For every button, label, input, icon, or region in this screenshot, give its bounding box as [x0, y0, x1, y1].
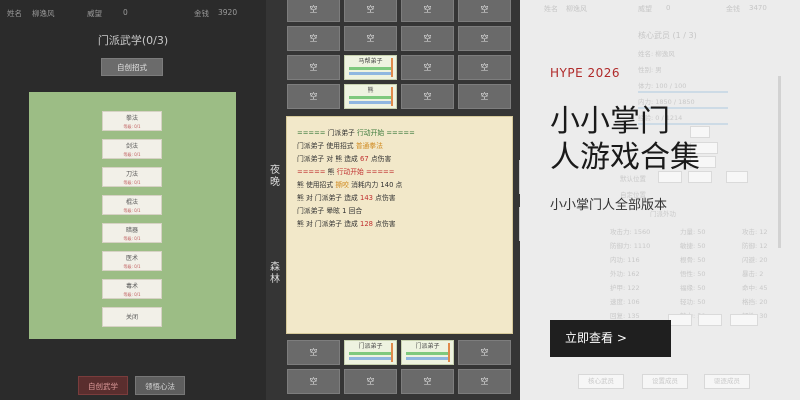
name-value: 柳逸风	[32, 9, 55, 18]
rage-bar	[391, 58, 393, 77]
mp-bar	[349, 101, 391, 104]
grid-cell-empty[interactable]: 空	[458, 0, 511, 22]
skill-button-yishu[interactable]: 医术 等级: 0/1	[102, 251, 162, 271]
faded-button[interactable]	[668, 314, 692, 326]
log-line: 熊 使用招式 撕咬 消耗内力 140 点	[297, 181, 403, 189]
prestige-label: 威望	[87, 9, 102, 18]
hp-bar	[349, 96, 391, 99]
grid-cell-empty[interactable]: 空	[458, 26, 511, 51]
log-line: ===== 门派弟子 行动开始 =====	[297, 129, 415, 137]
grid-cell-horse-gang-unit[interactable]: 马帮弟子	[344, 55, 397, 80]
log-line: 门派弟子 对 熊 造成 67 点伤害	[297, 155, 392, 163]
log-line: 门派弟子 晕眩 1 回合	[297, 207, 363, 215]
skill-button-jian[interactable]: 剑法 等级: 0/1	[102, 139, 162, 159]
skill-button-quan[interactable]: 拳法 等级: 0/1	[102, 111, 162, 131]
grid-cell-empty[interactable]: 空	[458, 55, 511, 80]
faded-button[interactable]	[730, 314, 758, 326]
log-line: 熊 对 门派弟子 造成 143 点伤害	[297, 194, 396, 202]
money-label: 金钱	[194, 9, 209, 18]
rage-bar	[448, 343, 450, 362]
grid-cell-empty[interactable]: 空	[344, 26, 397, 51]
grid-cell-empty[interactable]: 空	[401, 0, 454, 22]
player-info: 姓名 柳逸风 威望 0 金钱 3920	[0, 8, 266, 20]
grid-cell-empty[interactable]: 空	[344, 369, 397, 394]
create-move-button[interactable]: 自创招式	[101, 58, 163, 76]
mp-bar	[349, 72, 391, 75]
grid-cell-empty[interactable]: 空	[458, 369, 511, 394]
core-member-button[interactable]: 核心武员	[578, 374, 624, 389]
grid-cell-empty[interactable]: 空	[401, 84, 454, 109]
rage-bar	[391, 87, 393, 106]
grid-cell-empty[interactable]: 空	[401, 26, 454, 51]
skill-button-dushu[interactable]: 毒术 等级: 0/1	[102, 279, 162, 299]
rage-bar	[391, 343, 393, 362]
grid-cell-empty[interactable]: 空	[458, 340, 511, 365]
log-line: 熊 对 门派弟子 造成 128 点伤害	[297, 220, 396, 228]
log-line: ===== 熊 行动开始 =====	[297, 168, 395, 176]
skill-button-anqi[interactable]: 暗器 等级: 0/1	[102, 223, 162, 243]
expel-member-button[interactable]: 驱逐成员	[704, 374, 750, 389]
mp-bar	[406, 357, 448, 360]
hp-bar	[349, 352, 391, 355]
grid-cell-bear-unit[interactable]: 熊	[344, 84, 397, 109]
time-label: 夜晚	[270, 165, 280, 188]
grid-cell-empty[interactable]: 空	[287, 84, 340, 109]
grid-cell-empty[interactable]: 空	[287, 0, 340, 22]
core-members-title: 核心武员 (1 / 3)	[638, 31, 697, 40]
mp-bar	[349, 357, 391, 360]
hp-bar	[406, 352, 448, 355]
skill-button-gun[interactable]: 棍法 等级: 0/1	[102, 195, 162, 215]
grid-cell-sect-disciple-unit[interactable]: 门派弟子	[344, 340, 397, 365]
grid-cell-empty[interactable]: 空	[287, 369, 340, 394]
grid-cell-sect-disciple-unit[interactable]: 门派弟子	[401, 340, 454, 365]
promo-subtitle: 小小掌门人全部版本	[550, 198, 668, 213]
sect-skills-title: 门派武学(0/3)	[97, 34, 169, 47]
set-member-button[interactable]: 设置成员	[642, 374, 688, 389]
promo-title: 小小掌门 人游戏合集	[550, 104, 700, 175]
skill-button-dao[interactable]: 刀法 等级: 0/1	[102, 167, 162, 187]
grid-cell-empty[interactable]: 空	[401, 55, 454, 80]
terrain-label: 森林	[270, 262, 280, 285]
grid-cell-empty[interactable]: 空	[287, 340, 340, 365]
close-button[interactable]: 关闭	[102, 307, 162, 327]
create-martial-art-button[interactable]: 自创武学	[78, 376, 128, 395]
grid-cell-empty[interactable]: 空	[287, 26, 340, 51]
promo-tag: HYPE 2026	[550, 66, 621, 80]
skills-list-panel: 拳法 等级: 0/1 剑法 等级: 0/1 刀法 等级: 0/1 棍法 等级: …	[29, 92, 236, 339]
grid-cell-empty[interactable]: 空	[344, 0, 397, 22]
log-line: 门派弟子 使用招式 普通拳法	[297, 142, 383, 150]
battle-log: ===== 门派弟子 行动开始 ===== 门派弟子 使用招式 普通拳法 门派弟子 …	[286, 116, 513, 334]
grid-cell-empty[interactable]: 空	[287, 55, 340, 80]
view-now-button[interactable]: 立即查看 >	[550, 320, 671, 357]
hp-bar	[349, 67, 391, 70]
grid-cell-empty[interactable]: 空	[401, 369, 454, 394]
grid-cell-empty[interactable]: 空	[458, 84, 511, 109]
comprehend-mindset-button[interactable]: 领悟心法	[135, 376, 185, 395]
left-panel: 姓名 柳逸风 威望 0 金钱 3920 门派武学(0/3) 自创招式 拳法 等级…	[0, 0, 266, 400]
faded-button[interactable]	[698, 314, 722, 326]
prestige-value: 0	[123, 8, 128, 17]
money-value: 3920	[218, 8, 238, 17]
name-label: 姓名	[7, 9, 22, 18]
